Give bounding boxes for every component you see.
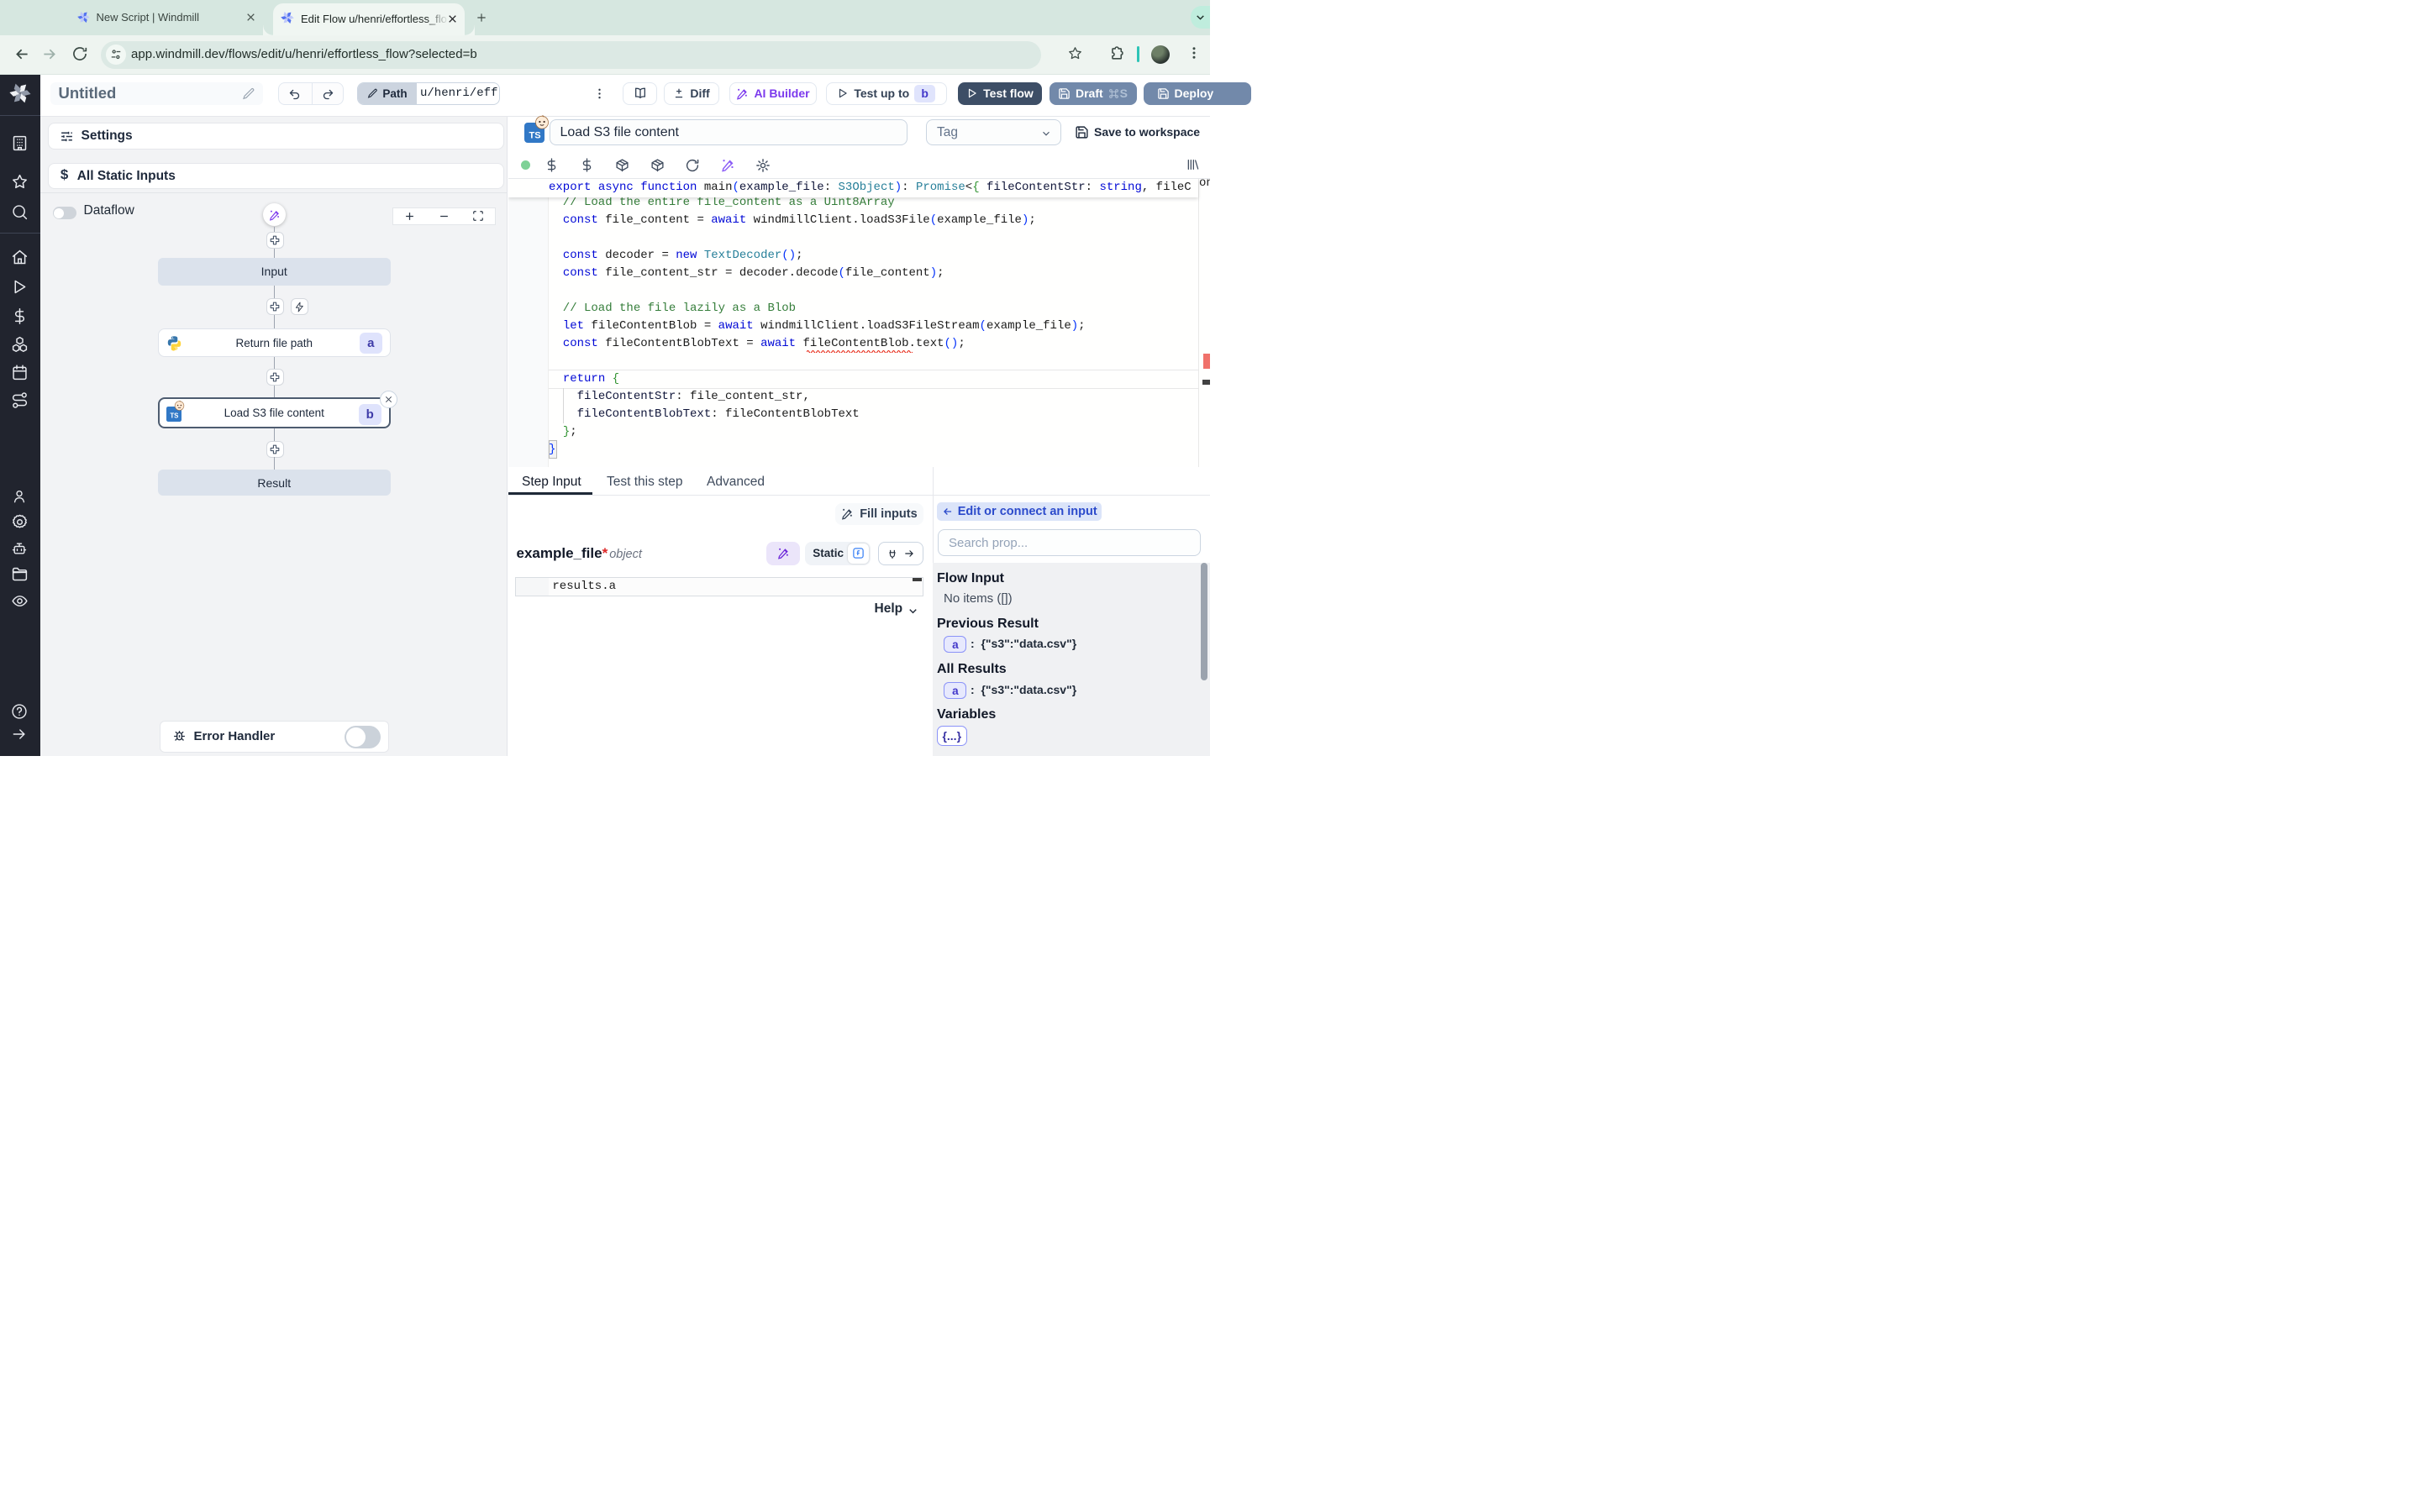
svg-text:TS: TS [170, 412, 178, 420]
svg-text:TS: TS [529, 131, 540, 141]
